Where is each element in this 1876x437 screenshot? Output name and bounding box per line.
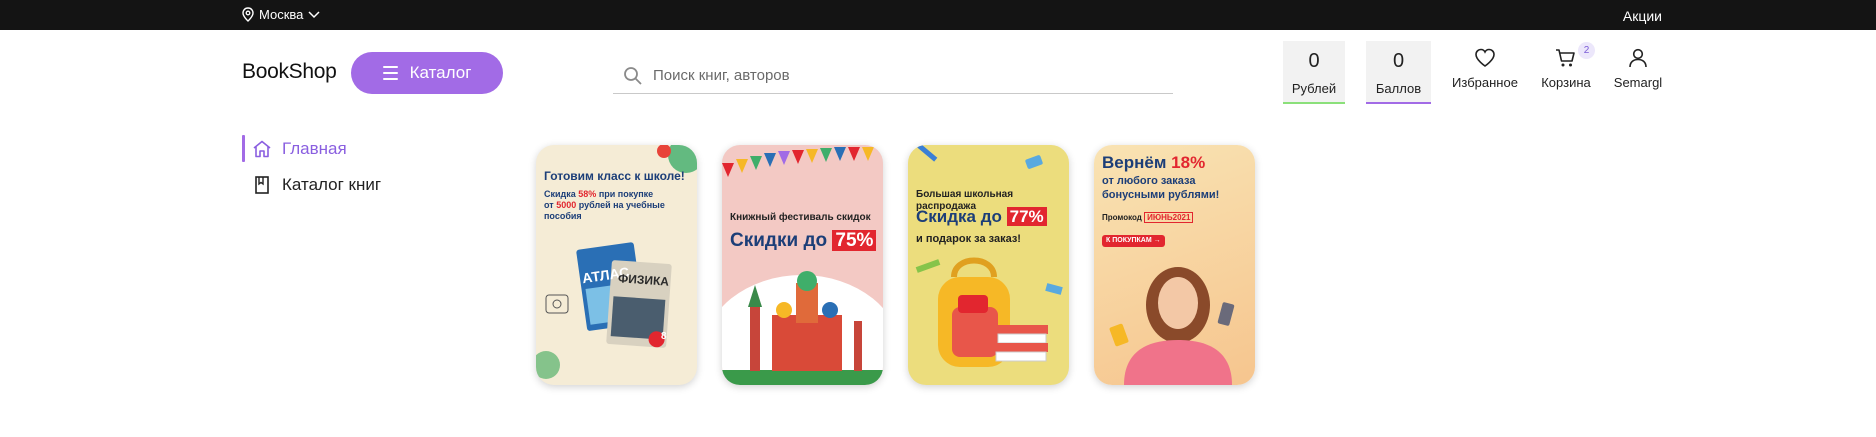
cart-button[interactable]: 2 Корзина — [1536, 42, 1596, 90]
city-selector[interactable]: Москва — [242, 7, 320, 22]
location-pin-icon — [242, 7, 254, 22]
book-icon — [255, 175, 269, 194]
promo-banner-school-sale[interactable]: Большая школьная распродажа Скидка до 77… — [908, 145, 1069, 385]
user-name: Semargl — [1613, 75, 1663, 90]
search-icon — [624, 66, 642, 85]
banner-deal: Скидка до 77% — [916, 207, 1047, 227]
physics-book-grade: 8 — [661, 331, 667, 342]
rubles-balance[interactable]: 0 Рублей — [1283, 41, 1345, 104]
points-label: Баллов — [1375, 81, 1422, 96]
banner-text-d: рублей на учебные — [578, 199, 665, 210]
catalog-button-label: Каталог — [409, 63, 472, 82]
kremlin-illustration — [722, 147, 883, 385]
banner-title: Готовим класс к школе! — [544, 169, 685, 183]
banner-title: Вернём 18% — [1102, 153, 1205, 173]
banner-deal-text: Скидка до — [916, 207, 1002, 226]
shop-now-button[interactable]: К ПОКУПКАМ → — [1102, 235, 1165, 248]
profile-button[interactable]: Semargl — [1610, 48, 1666, 90]
chevron-down-icon — [308, 10, 320, 18]
search-input[interactable] — [653, 67, 1153, 84]
banner-amount: 5000 — [556, 199, 577, 210]
banner-percent: 58% — [578, 189, 597, 199]
banner-line2: от любого заказа — [1102, 175, 1196, 187]
heart-icon — [1475, 48, 1495, 67]
sidebar-item-home[interactable]: Главная — [242, 135, 381, 162]
city-label: Москва — [259, 7, 304, 22]
promo-banner-festival[interactable]: Книжный фестиваль скидок Скидки до 75% — [722, 145, 883, 385]
sidebar-item-catalog[interactable]: Каталог книг — [242, 171, 381, 198]
logo[interactable]: BookShop — [242, 60, 337, 84]
favorites-label: Избранное — [1452, 75, 1518, 90]
search-bar — [613, 58, 1173, 94]
promo-code: ИЮНЬ2021 — [1144, 212, 1194, 223]
promo-code-row: Промокод ИЮНЬ2021 — [1102, 212, 1194, 223]
cart-label: Корзина — [1541, 75, 1591, 90]
banner-percent: 75% — [832, 230, 877, 251]
banner-percent: 18% — [1171, 153, 1206, 172]
banner-text-e: пособия — [544, 210, 582, 221]
rubles-value: 0 — [1308, 50, 1320, 72]
menu-icon — [382, 66, 398, 80]
sidebar: Главная Каталог книг — [242, 135, 381, 207]
points-value: 0 — [1392, 50, 1405, 72]
promo-banner-school[interactable]: Готовим класс к школе! Скидка 58% при по… — [536, 145, 697, 385]
banner-text-a: Скидка — [544, 189, 576, 199]
banner-title: Книжный фестиваль скидок — [730, 212, 871, 223]
rubles-label: Рублей — [1291, 81, 1337, 96]
user-icon — [1629, 48, 1647, 68]
banner-title-text: Вернём — [1102, 153, 1167, 172]
catalog-button[interactable]: Каталог — [351, 52, 503, 94]
home-icon — [253, 140, 271, 157]
sidebar-item-label: Главная — [282, 138, 347, 158]
promo-code-label: Промокод — [1102, 213, 1142, 222]
banner-text-b: при покупке — [598, 189, 654, 199]
banner-line3: бонусными рублями! — [1102, 189, 1220, 201]
promo-banner-cashback[interactable]: Вернём 18% от любого заказа бонусными ру… — [1094, 145, 1255, 385]
points-balance[interactable]: 0 Баллов — [1366, 41, 1431, 104]
promotions-link[interactable]: Акции — [1623, 8, 1662, 24]
banner-percent: 77% — [1006, 207, 1047, 226]
banner-text: Скидка 58% при покупке от 5000 рублей на… — [544, 189, 665, 221]
banner-text-c: от — [544, 199, 554, 210]
banner-sub: и подарок за заказ! — [916, 233, 1021, 245]
sidebar-item-label: Каталог книг — [282, 174, 382, 194]
top-bar: Москва Акции — [0, 0, 1876, 30]
backpack-illustration — [915, 145, 1063, 367]
banner-deal: Скидки до 75% — [730, 230, 877, 253]
cart-icon — [1556, 49, 1575, 67]
banner-deal-text: Скидки до — [730, 230, 828, 251]
cart-count-badge: 2 — [1578, 42, 1595, 59]
favorites-button[interactable]: Избранное — [1450, 48, 1520, 90]
